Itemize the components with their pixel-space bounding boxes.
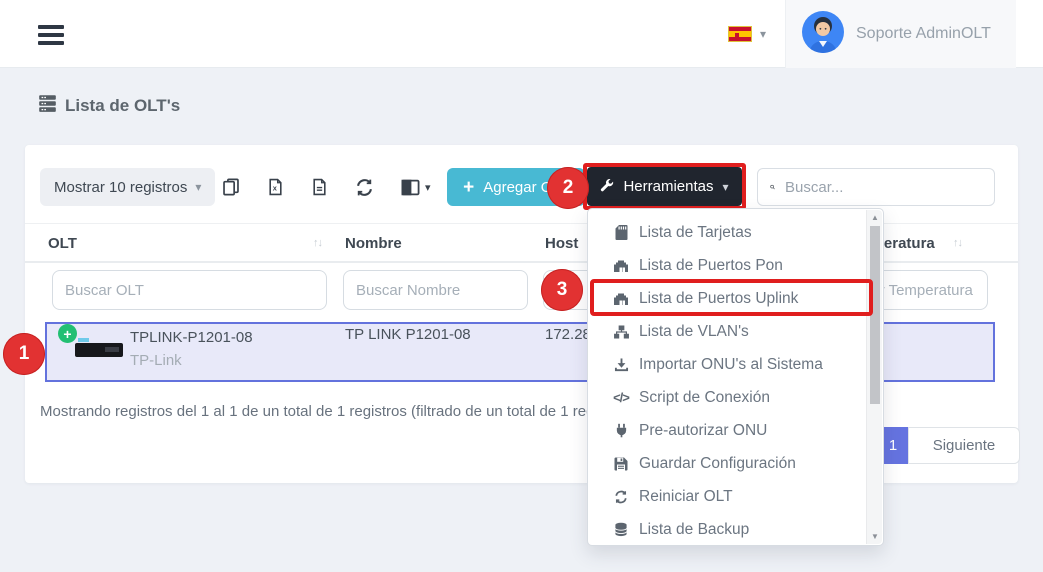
row-vendor: TP-Link [130, 352, 182, 369]
dropdown-scrollbar[interactable]: ▲ ▼ [866, 210, 882, 544]
sd-card-icon [613, 225, 629, 240]
scroll-down-icon[interactable]: ▼ [867, 532, 883, 541]
menu-item-lista-de-puertos-pon[interactable]: Lista de Puertos Pon [588, 249, 866, 282]
refresh-button[interactable] [355, 178, 374, 197]
ports-icon [613, 259, 629, 272]
olt-filter-input[interactable] [52, 270, 327, 310]
sort-icon[interactable]: ↑↓ [313, 237, 322, 249]
menu-item-reiniciar-olt[interactable]: Reiniciar OLT [588, 480, 866, 513]
menu-item-pre-autorizar-onu[interactable]: Pre-autorizar ONU [588, 414, 866, 447]
column-visibility-button[interactable]: ▾ [401, 179, 431, 196]
olt-device-image [75, 343, 123, 357]
chevron-down-icon: ▾ [723, 180, 729, 194]
step-3-highlight-box [590, 279, 873, 316]
database-icon [613, 522, 629, 537]
search-box [757, 168, 995, 206]
menu-item-guardar-configuracion[interactable]: Guardar Configuración [588, 447, 866, 480]
row-nombre: TP LINK P1201-08 [345, 326, 471, 343]
step-2-badge: 2 [547, 167, 589, 209]
row-olt-id: TPLINK-P1201-08 [130, 329, 253, 346]
server-stack-icon [38, 94, 57, 118]
pagination-next-button[interactable]: Siguiente [908, 427, 1020, 464]
menu-item-lista-de-tarjetas[interactable]: Lista de Tarjetas [588, 216, 866, 249]
menu-item-lista-de-backup[interactable]: Lista de Backup [588, 513, 866, 546]
expand-row-button[interactable]: + [58, 324, 77, 343]
chevron-down-icon: ▾ [195, 180, 201, 194]
tools-dropdown-button[interactable]: Herramientas ▾ [587, 167, 742, 206]
scroll-up-icon[interactable]: ▲ [867, 213, 883, 222]
refresh-icon [613, 490, 629, 504]
column-header-olt[interactable]: OLT [48, 235, 77, 252]
sort-icon[interactable]: ↑↓ [953, 237, 962, 249]
plug-icon [613, 423, 629, 438]
user-menu[interactable]: Soporte AdminOLT [785, 0, 1016, 68]
nombre-filter-input[interactable] [343, 270, 528, 310]
excel-export-button[interactable]: x [267, 178, 284, 196]
file-export-button[interactable] [311, 178, 328, 196]
language-dropdown[interactable]: ▾ [728, 26, 766, 42]
show-entries-label: Mostrar 10 registros [54, 179, 187, 196]
show-entries-dropdown[interactable]: Mostrar 10 registros ▾ [40, 168, 215, 206]
chevron-down-icon: ▾ [760, 27, 766, 41]
page-title: Lista de OLT's [38, 94, 180, 118]
page-title-text: Lista de OLT's [65, 96, 180, 116]
save-icon [613, 457, 629, 471]
menu-item-lista-de-vlans[interactable]: Lista de VLAN's [588, 315, 866, 348]
hamburger-menu-icon[interactable] [38, 25, 64, 45]
copy-button[interactable] [222, 178, 240, 196]
menu-item-importar-onus[interactable]: Importar ONU's al Sistema [588, 348, 866, 381]
plus-icon: + [463, 178, 474, 197]
download-icon [613, 358, 629, 372]
search-input[interactable] [775, 169, 994, 205]
step-2-highlight-box: Herramientas ▾ [583, 163, 746, 210]
tools-button-label: Herramientas [623, 178, 713, 195]
step-3-badge: 3 [541, 269, 583, 311]
column-header-host[interactable]: Host [545, 235, 578, 252]
chevron-down-icon: ▾ [425, 181, 431, 194]
wrench-icon [600, 178, 614, 196]
tools-dropdown-menu: Lista de Tarjetas Lista de Puertos Pon L… [587, 208, 884, 546]
spain-flag-icon [728, 26, 752, 42]
sitemap-icon [613, 325, 629, 339]
top-navbar: ▾ Soporte AdminOLT [0, 0, 1043, 68]
user-name: Soporte AdminOLT [856, 25, 991, 43]
column-header-nombre[interactable]: Nombre [345, 235, 402, 252]
menu-item-script-de-conexion[interactable]: </> Script de Conexión [588, 381, 866, 414]
step-1-badge: 1 [3, 333, 45, 375]
avatar [802, 11, 844, 58]
export-toolbar: x ▾ [222, 168, 431, 206]
code-icon: </> [613, 390, 629, 405]
